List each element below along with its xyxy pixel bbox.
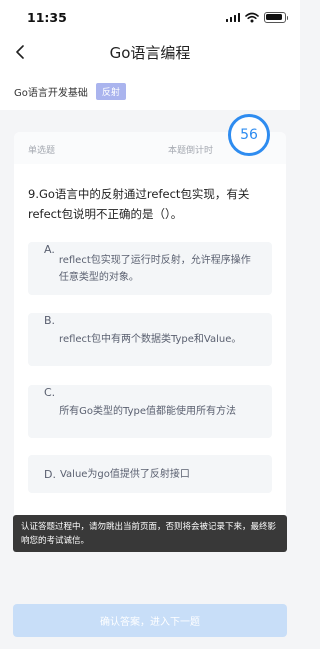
option-letter: D.: [44, 467, 56, 481]
nav-bar: Go语言编程: [0, 34, 300, 72]
countdown-timer: 56: [228, 114, 270, 156]
option-d[interactable]: D. Value为go值提供了反射接口: [28, 455, 272, 493]
option-b[interactable]: B. reflect包中有两个数据类Type和Value。: [28, 313, 272, 366]
battery-level: [266, 13, 283, 21]
signal-icon: [225, 12, 240, 22]
confirm-next-button[interactable]: 确认答案，进入下一题: [13, 604, 287, 637]
toast-text: 认证答题过程中，请勿跳出当前页面，否则将会被记录下来，最终影响您的考试诚信。: [21, 521, 277, 546]
subject-name: Go语言开发基础: [14, 87, 88, 99]
option-c[interactable]: C. 所有Go类型的Type值都能使用所有方法: [28, 385, 272, 438]
subject-tag-badge: 反射: [95, 82, 126, 100]
option-text: reflect包实现了运行时反射，允许程序操作任意类型的对象。: [58, 254, 251, 283]
question-type-label: 单选题: [28, 146, 56, 156]
option-text: reflect包中有两个数据类Type和Value。: [59, 334, 242, 345]
page-title: Go语言编程: [109, 44, 191, 62]
option-a[interactable]: A. reflect包实现了运行时反射，允许程序操作任意类型的对象。: [28, 242, 272, 295]
subject-bar: Go语言开发基础 反射: [0, 72, 300, 110]
wifi-icon: [245, 8, 259, 27]
option-text: Value为go值提供了反射接口: [59, 468, 190, 480]
question-text: 9.Go语言中的反射通过refect包实现，有关refect包说明不正确的是（）…: [28, 187, 250, 221]
option-letter: A.: [44, 243, 55, 256]
option-letter: B.: [44, 314, 56, 327]
option-text: 所有Go类型的Type值都能使用所有方法: [59, 406, 237, 417]
battery-icon: [264, 11, 288, 23]
status-time: 11:35: [27, 10, 67, 25]
integrity-warning-toast: 认证答题过程中，请勿跳出当前页面，否则将会被记录下来，最终影响您的考试诚信。: [13, 515, 287, 552]
question-card: 单选题 本题倒计时 56 9.Go语言中的反射通过refect包实现，有关ref…: [14, 114, 286, 540]
countdown-label: 本题倒计时: [168, 146, 214, 156]
option-letter: C.: [44, 386, 56, 399]
status-icons: [225, 11, 288, 23]
status-bar: 11:35: [0, 0, 300, 34]
